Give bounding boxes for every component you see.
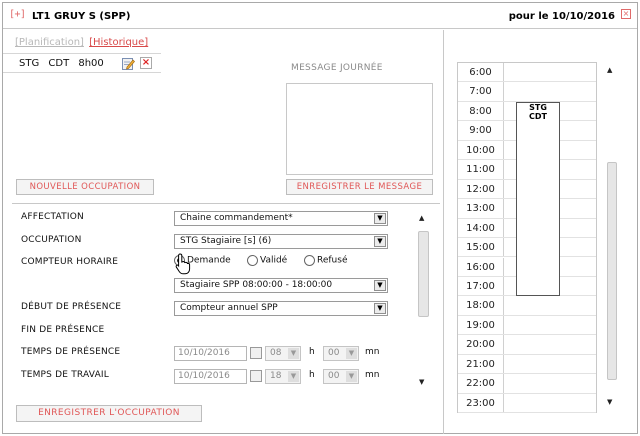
hour-label: 12:00	[458, 179, 504, 199]
presence-minutes-select[interactable]: 00 ▼	[323, 346, 359, 361]
occupation-window: [+] LT1 GRUY S (SPP) pour le 10/10/2016 …	[2, 2, 638, 434]
expand-icon[interactable]: [+]	[9, 9, 26, 20]
agenda-pane: 6:00 7:00 8:00 9:00 10:00 11:00 12:00 13:00 14:0…	[445, 30, 637, 434]
agenda-hour-row[interactable]: 6:00	[458, 63, 596, 83]
chevron-down-icon: ▼	[374, 303, 386, 314]
occupation-select[interactable]: STG Stagiaire [s] (6) ▼	[174, 234, 388, 249]
divider	[12, 203, 440, 204]
radio-icon	[247, 255, 258, 266]
chevron-down-icon: ▼	[374, 213, 386, 224]
scroll-down-icon[interactable]: ▼	[419, 378, 424, 386]
hour-label: 15:00	[458, 238, 504, 257]
presence-date-input[interactable]: 10/10/2016	[174, 346, 247, 361]
message-label: MESSAGE JOURNÉE	[291, 63, 383, 73]
pointer-cursor-icon	[175, 253, 191, 275]
radio-valide[interactable]: Validé	[247, 255, 287, 266]
view-links: [Planification] [Historique]	[15, 37, 148, 48]
save-message-button[interactable]: ENREGISTRER LE MESSAGE	[286, 179, 433, 195]
hours-unit: h	[309, 370, 315, 380]
day-agenda: 6:00 7:00 8:00 9:00 10:00 11:00 12:00 13:00 14:0…	[457, 62, 597, 414]
affectation-label: AFFECTATION	[21, 212, 84, 222]
hour-label: 13:00	[458, 199, 504, 218]
calendar-icon[interactable]	[250, 370, 262, 382]
calendar-icon[interactable]	[250, 347, 262, 359]
hour-label: 20:00	[458, 335, 504, 354]
form-scrollbar[interactable]: ▲ ▼	[417, 212, 430, 390]
appointment-line2: CDT	[529, 111, 547, 121]
debut-presence-label: DÉBUT DE PRÉSENCE	[21, 302, 122, 312]
hour-label: 9:00	[458, 121, 504, 140]
hour-label: 19:00	[458, 315, 504, 335]
chevron-down-icon: ▼	[346, 348, 357, 359]
chevron-down-icon: ▼	[374, 236, 386, 247]
historique-link[interactable]: [Historique]	[89, 37, 148, 48]
radio-icon	[304, 255, 315, 266]
temps-travail-label: TEMPS DE TRAVAIL	[21, 370, 110, 380]
save-occupation-button[interactable]: ENREGISTRER L'OCCUPATION	[16, 405, 202, 422]
occupation-form: AFFECTATION Chaine commandement* ▼ OCCUP…	[12, 208, 438, 386]
hours-unit: h	[309, 347, 315, 357]
agenda-hour-row[interactable]: 20:00	[458, 335, 596, 355]
schedule-value: Stagiaire SPP 08:00:00 - 18:00:00	[180, 280, 333, 290]
scroll-up-icon[interactable]: ▲	[419, 214, 424, 222]
window-title: LT1 GRUY S (SPP)	[32, 11, 131, 22]
edit-icon[interactable]	[122, 57, 135, 70]
hour-label: 22:00	[458, 374, 504, 393]
travail-minutes-select[interactable]: 00 ▼	[323, 369, 359, 384]
left-pane: [Planification] [Historique] STG CDT 8h0…	[3, 30, 444, 434]
hour-label: 21:00	[458, 354, 504, 374]
appointment-line1: STG	[529, 102, 547, 112]
affectation-select[interactable]: Chaine commandement* ▼	[174, 211, 388, 226]
hour-label: 16:00	[458, 257, 504, 276]
chevron-down-icon: ▼	[288, 371, 299, 382]
occupation-label: OCCUPATION	[21, 235, 82, 245]
hour-label: 8:00	[458, 101, 504, 121]
delete-icon[interactable]: ×	[140, 57, 152, 69]
title-bar: [+] LT1 GRUY S (SPP) pour le 10/10/2016 …	[3, 3, 637, 29]
agenda-hour-row[interactable]: 22:00	[458, 374, 596, 394]
radio-refuse[interactable]: Refusé	[304, 255, 348, 266]
hour-label: 6:00	[458, 63, 504, 82]
chevron-down-icon: ▼	[374, 280, 386, 291]
hour-label: 7:00	[458, 82, 504, 101]
affectation-value: Chaine commandement*	[180, 213, 293, 223]
close-icon[interactable]: ×	[621, 9, 631, 19]
chevron-down-icon: ▼	[346, 371, 357, 382]
scroll-down-icon[interactable]: ▼	[607, 398, 612, 406]
debut-presence-select[interactable]: Compteur annuel SPP ▼	[174, 301, 388, 316]
hour-label: 23:00	[458, 393, 504, 413]
compteur-horaire-label: COMPTEUR HORAIRE	[21, 257, 119, 267]
schedule-select[interactable]: Stagiaire SPP 08:00:00 - 18:00:00 ▼	[174, 278, 388, 293]
message-textarea[interactable]	[286, 83, 433, 175]
hour-label: 11:00	[458, 160, 504, 179]
travail-date-input[interactable]: 10/10/2016	[174, 369, 247, 384]
occupation-entry-text: STG CDT 8h00	[19, 58, 104, 69]
agenda-hour-row[interactable]: 18:00	[458, 296, 596, 316]
planification-link[interactable]: [Planification]	[15, 37, 84, 48]
agenda-hour-row[interactable]: 21:00	[458, 354, 596, 375]
hour-label: 17:00	[458, 276, 504, 296]
hour-label: 14:00	[458, 218, 504, 238]
scroll-thumb[interactable]	[418, 231, 429, 317]
fin-presence-label: FIN DE PRÉSENCE	[21, 325, 105, 335]
hour-label: 10:00	[458, 140, 504, 160]
agenda-hour-row[interactable]: 7:00	[458, 82, 596, 102]
temps-presence-label: TEMPS DE PRÉSENCE	[21, 347, 121, 357]
new-occupation-button[interactable]: NOUVELLE OCCUPATION	[16, 179, 154, 195]
agenda-hour-row[interactable]: 19:00	[458, 315, 596, 336]
scroll-thumb[interactable]	[607, 162, 617, 380]
minutes-unit: mn	[365, 370, 380, 380]
agenda-appointment[interactable]: STG CDT	[516, 101, 560, 297]
scroll-up-icon[interactable]: ▲	[607, 66, 612, 74]
presence-hours-select[interactable]: 08 ▼	[265, 346, 301, 361]
agenda-scrollbar[interactable]: ▲ ▼	[605, 62, 619, 413]
agenda-hour-row[interactable]: 23:00	[458, 393, 596, 414]
travail-hours-select[interactable]: 18 ▼	[265, 369, 301, 384]
hour-label: 18:00	[458, 296, 504, 315]
chevron-down-icon: ▼	[288, 348, 299, 359]
minutes-unit: mn	[365, 347, 380, 357]
date-label: pour le 10/10/2016	[508, 11, 615, 22]
occupation-value: STG Stagiaire [s] (6)	[180, 236, 272, 246]
debut-presence-value: Compteur annuel SPP	[180, 303, 278, 313]
